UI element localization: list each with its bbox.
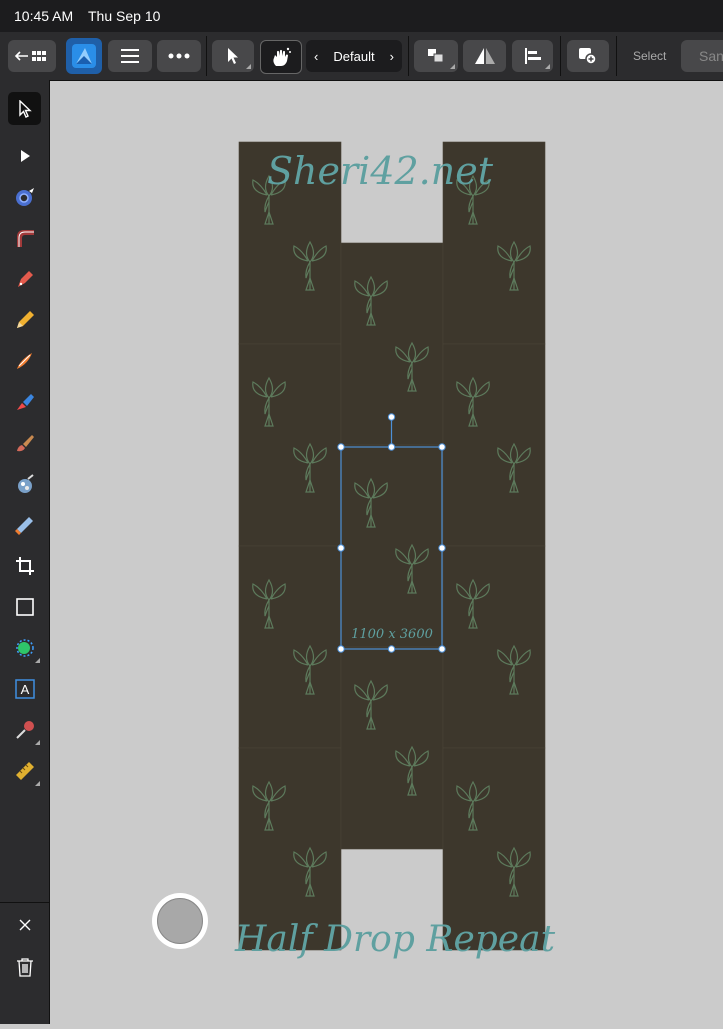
more-button[interactable] (157, 40, 201, 72)
affinity-designer-icon (72, 44, 96, 68)
pattern-tile (238, 545, 342, 749)
quick-menu-button[interactable] (152, 893, 208, 949)
pencil-tool[interactable] (8, 303, 41, 336)
canvas[interactable]: Sheri42.net Half Drop Repeat 1100 x 3600 (50, 81, 723, 1024)
document-menu-button[interactable] (108, 40, 152, 72)
corner-icon (16, 229, 34, 247)
fill-icon (16, 393, 34, 410)
pattern-tile (340, 444, 444, 648)
select-label: Select (633, 49, 667, 63)
select-same-label: San (699, 48, 723, 64)
hamburger-icon (121, 49, 139, 63)
pattern-tile (340, 646, 444, 850)
selection-handle (387, 443, 396, 451)
selection-handle (337, 544, 345, 552)
shape-icon (15, 638, 34, 657)
selection-handle (438, 544, 446, 552)
pattern-tile (442, 545, 546, 749)
selection-handle (387, 413, 396, 421)
pattern-tile (442, 343, 546, 547)
trash-icon (16, 957, 33, 977)
chevron-left-icon[interactable]: ‹ (314, 49, 318, 64)
add-shape-icon (579, 48, 597, 65)
tools-panel: A (0, 80, 50, 1024)
move-mode-button[interactable] (212, 40, 254, 72)
pointer-icon (228, 48, 238, 64)
app-persona-button[interactable] (66, 38, 102, 74)
text-icon: A (14, 678, 35, 699)
preset-label: Default (333, 48, 375, 64)
measure-tool[interactable] (8, 754, 41, 787)
move-tool[interactable] (8, 92, 41, 125)
arrow-cursor-icon (18, 99, 32, 118)
add-button[interactable] (567, 40, 609, 72)
chevron-right-icon[interactable]: › (390, 49, 394, 64)
paint-mixer-tool[interactable] (8, 467, 41, 500)
vector-brush-icon (16, 352, 32, 369)
close-icon (19, 919, 30, 930)
rectangle-icon (15, 597, 34, 616)
flip-icon (474, 48, 495, 64)
vector-brush-tool[interactable] (8, 344, 41, 377)
quick-menu-inner (157, 898, 203, 944)
selection-handle (337, 645, 345, 653)
back-to-gallery-button[interactable] (8, 40, 56, 72)
mixer-icon (17, 473, 34, 493)
node-tool[interactable] (8, 139, 41, 172)
selection-handle (438, 443, 446, 451)
flip-button[interactable] (463, 40, 506, 72)
corner-tool[interactable] (8, 221, 41, 254)
touch-mode-button[interactable] (260, 40, 302, 74)
text-tool[interactable]: A (8, 672, 41, 705)
caption-text: Half Drop Repeat (234, 919, 556, 960)
toolbar-divider (616, 36, 617, 76)
brush-icon (16, 434, 34, 451)
watermark-text: Sheri42.net (267, 149, 493, 193)
tools-divider (0, 902, 49, 903)
shape-tool[interactable] (8, 631, 41, 664)
toolbar-divider (560, 36, 561, 76)
crop-icon (15, 556, 34, 575)
pattern-tile (238, 343, 342, 547)
arrange-button[interactable] (414, 40, 458, 72)
align-button[interactable] (512, 40, 553, 72)
pixel-brush-tool[interactable] (8, 426, 41, 459)
fill-tool[interactable] (8, 385, 41, 418)
select-same-button[interactable]: San (681, 40, 723, 72)
crop-tool[interactable] (8, 549, 41, 582)
delete-button[interactable] (8, 950, 41, 983)
arrange-icon (428, 49, 444, 63)
status-bar: 10:45 AM Thu Sep 10 (0, 0, 723, 32)
ruler-icon (15, 761, 34, 780)
status-date: Thu Sep 10 (88, 8, 161, 24)
toolbar-divider (408, 36, 409, 76)
preset-selector[interactable]: ‹ Default › (306, 40, 402, 72)
svg-text:A: A (20, 682, 29, 697)
artboard[interactable] (50, 81, 723, 1024)
contour-tool[interactable] (8, 180, 41, 213)
align-left-icon (524, 48, 541, 64)
pen-icon (17, 270, 33, 287)
dimension-label: 1100 x 3600 (351, 627, 433, 642)
selection-handle (337, 443, 345, 451)
back-grid-icon (14, 51, 46, 61)
toolbar-divider (206, 36, 207, 76)
color-picker-tool[interactable] (8, 713, 41, 746)
top-toolbar: ‹ Default › Select San (0, 32, 723, 81)
rectangle-tool[interactable] (8, 590, 41, 623)
pen-tool[interactable] (8, 262, 41, 295)
selection-handle (387, 645, 396, 653)
pencil-icon (16, 310, 34, 328)
eyedropper-icon (15, 720, 34, 739)
selection-handle (438, 645, 446, 653)
status-time: 10:45 AM (14, 8, 74, 24)
touch-hand-icon (273, 47, 291, 66)
more-dots-icon (168, 53, 190, 59)
contour-icon (15, 187, 34, 206)
close-button[interactable] (8, 908, 41, 941)
transparency-tool[interactable] (8, 508, 41, 541)
node-arrow-icon (20, 149, 30, 162)
gradient-icon (14, 516, 33, 535)
